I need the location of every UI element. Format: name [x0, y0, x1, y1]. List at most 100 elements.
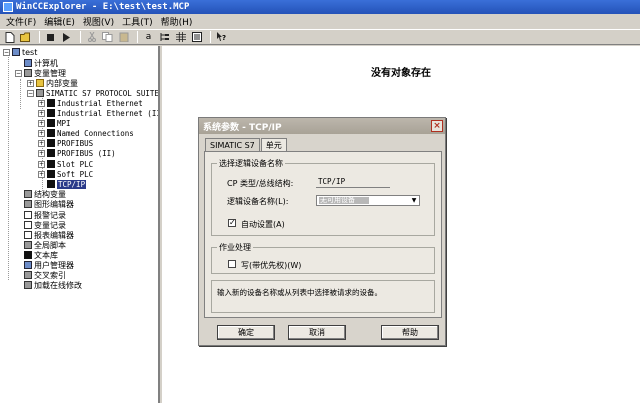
job-processing-group: 作业处理 写(带优先权)(W) — [211, 242, 435, 274]
cut-icon[interactable] — [85, 31, 98, 43]
expand-toggle[interactable]: + — [38, 129, 45, 137]
run-icon[interactable] — [60, 31, 73, 43]
project-tree[interactable]: − test 计算机 − 变量管理 + 内部变量 − SIMATIC S7 PR… — [0, 46, 160, 403]
toolbar-separator — [210, 31, 211, 43]
menu-help[interactable]: 帮助(H) — [157, 15, 197, 28]
menu-tools[interactable]: 工具(T) — [118, 15, 157, 28]
menu-view[interactable]: 视图(V) — [79, 15, 118, 28]
expand-toggle[interactable]: + — [38, 170, 45, 178]
collapse-toggle[interactable]: − — [27, 89, 34, 97]
new-icon[interactable] — [3, 31, 16, 43]
load-online-changes-icon — [24, 281, 32, 289]
expand-toggle[interactable]: + — [38, 119, 45, 127]
collapse-toggle[interactable]: − — [15, 69, 22, 77]
tree-item-structure-tags[interactable]: 结构变量 — [24, 189, 66, 199]
structure-tags-icon — [24, 190, 32, 198]
text-library-icon — [24, 251, 32, 259]
job-processing-title: 作业处理 — [217, 242, 253, 253]
expand-toggle[interactable]: + — [38, 109, 45, 117]
expand-toggle[interactable]: + — [38, 149, 45, 157]
expand-toggle[interactable]: + — [38, 139, 45, 147]
channel-unit-icon — [47, 170, 55, 178]
open-icon[interactable] — [19, 31, 32, 43]
tree-item-internal-tags[interactable]: + 内部变量 — [27, 78, 78, 88]
expand-toggle[interactable]: + — [27, 79, 34, 87]
list-icon[interactable] — [190, 31, 203, 43]
tree-item-industrial-ethernet[interactable]: + Industrial Ethernet — [38, 98, 143, 108]
toolbar-separator — [39, 31, 40, 43]
ok-button[interactable]: 确定 — [217, 325, 275, 340]
tree-item-global-script[interactable]: 全局脚本 — [24, 240, 66, 250]
collapse-toggle[interactable]: − — [3, 48, 10, 56]
tree-item-soft-plc[interactable]: + Soft PLC — [38, 169, 93, 179]
text-icon[interactable]: a — [142, 31, 155, 43]
toolbar-separator — [80, 31, 81, 43]
expand-toggle[interactable]: + — [38, 160, 45, 168]
tab-unit[interactable]: 单元 — [260, 138, 287, 152]
hint-text: 输入新的设备名称或从列表中选择被请求的设备。 — [217, 288, 382, 297]
auto-setting-checkbox[interactable]: ✓ — [228, 219, 236, 227]
tab-simatic-s7[interactable]: SIMATIC S7 — [205, 138, 260, 151]
channel-unit-icon — [47, 139, 55, 147]
write-priority-checkbox[interactable] — [228, 260, 236, 268]
dialog-title-bar[interactable]: 系统参数 - TCP/IP — [199, 118, 445, 134]
tree-item-slot-plc[interactable]: + Slot PLC — [38, 159, 93, 169]
logical-device-combo[interactable]: 无可用设备 ▼ — [316, 195, 420, 206]
tree-item-graphics-designer[interactable]: 图形编辑器 — [24, 199, 74, 209]
tree-item-load-online-changes[interactable]: 加载在线修改 — [24, 280, 82, 290]
tree-item-profibus-2[interactable]: + PROFIBUS (II) — [38, 148, 116, 158]
menu-edit[interactable]: 编辑(E) — [40, 15, 79, 28]
channel-unit-icon — [47, 180, 55, 188]
tree-item-mpi[interactable]: + MPI — [38, 118, 71, 128]
tree-item-report-designer[interactable]: 报表编辑器 — [24, 230, 74, 240]
computer-icon — [24, 59, 32, 67]
tree-connector — [8, 54, 9, 280]
help-icon[interactable]: ? — [215, 31, 228, 43]
tree-item-user-administrator[interactable]: 用户管理器 — [24, 260, 74, 270]
tree-item-s7-protocol-suite[interactable]: − SIMATIC S7 PROTOCOL SUITE — [27, 88, 158, 98]
logical-device-value: 无可用设备 — [319, 197, 369, 204]
tree-item-text-library[interactable]: 文本库 — [24, 250, 58, 260]
tree-item-cross-reference[interactable]: 交叉索引 — [24, 270, 66, 280]
stop-icon[interactable] — [44, 31, 57, 43]
tree-item-tag-management[interactable]: − 变量管理 — [15, 68, 66, 78]
copy-icon[interactable] — [101, 31, 114, 43]
tree-item-named-connections[interactable]: + Named Connections — [38, 128, 134, 138]
window-title: WinCCExplorer - E:\test\test.MCP — [16, 2, 190, 12]
global-script-icon — [24, 241, 32, 249]
title-bar: WinCCExplorer - E:\test\test.MCP — [0, 0, 640, 14]
menu-file[interactable]: 文件(F) — [2, 15, 40, 28]
tree-item-profibus[interactable]: + PROFIBUS — [38, 138, 93, 148]
tree-item-alarm-logging[interactable]: 报警记录 — [24, 210, 66, 220]
tree-item-industrial-ethernet-2[interactable]: + Industrial Ethernet (II) — [38, 108, 158, 118]
tree-icon[interactable] — [158, 31, 171, 43]
hint-box: 输入新的设备名称或从列表中选择被请求的设备。 — [211, 280, 435, 313]
help-button[interactable]: 帮助 — [381, 325, 439, 340]
paste-icon[interactable] — [117, 31, 130, 43]
tree-connector — [20, 79, 21, 109]
close-icon[interactable]: × — [431, 120, 443, 132]
project-icon — [12, 48, 20, 56]
toolbar-separator — [137, 31, 138, 43]
grid-icon[interactable] — [174, 31, 187, 43]
device-group: 选择逻辑设备名称 CP 类型/总线结构: TCP/IP 逻辑设备名称(L): 无… — [211, 158, 435, 236]
tree-item-project[interactable]: − test — [3, 47, 37, 57]
report-designer-icon — [24, 231, 32, 239]
dialog-title: 系统参数 - TCP/IP — [203, 122, 282, 133]
user-administrator-icon — [24, 261, 32, 269]
cp-type-value: TCP/IP — [316, 177, 390, 188]
channel-unit-icon — [47, 160, 55, 168]
logical-device-label: 逻辑设备名称(L): — [227, 197, 289, 206]
driver-icon — [36, 89, 44, 97]
menu-bar: 文件(F) 编辑(E) 视图(V) 工具(T) 帮助(H) — [0, 14, 640, 29]
tree-item-tag-logging[interactable]: 变量记录 — [24, 220, 66, 230]
channel-unit-icon — [47, 149, 55, 157]
tree-item-tcp-ip[interactable]: TCP/IP — [47, 179, 87, 189]
chevron-down-icon[interactable]: ▼ — [410, 197, 418, 204]
cancel-button[interactable]: 取消 — [288, 325, 346, 340]
tree-item-computer[interactable]: 计算机 — [24, 58, 58, 68]
channel-unit-icon — [47, 109, 55, 117]
dialog-tabs: SIMATIC S7 单元 — [205, 138, 288, 152]
expand-toggle[interactable]: + — [38, 99, 45, 107]
alarm-logging-icon — [24, 211, 32, 219]
